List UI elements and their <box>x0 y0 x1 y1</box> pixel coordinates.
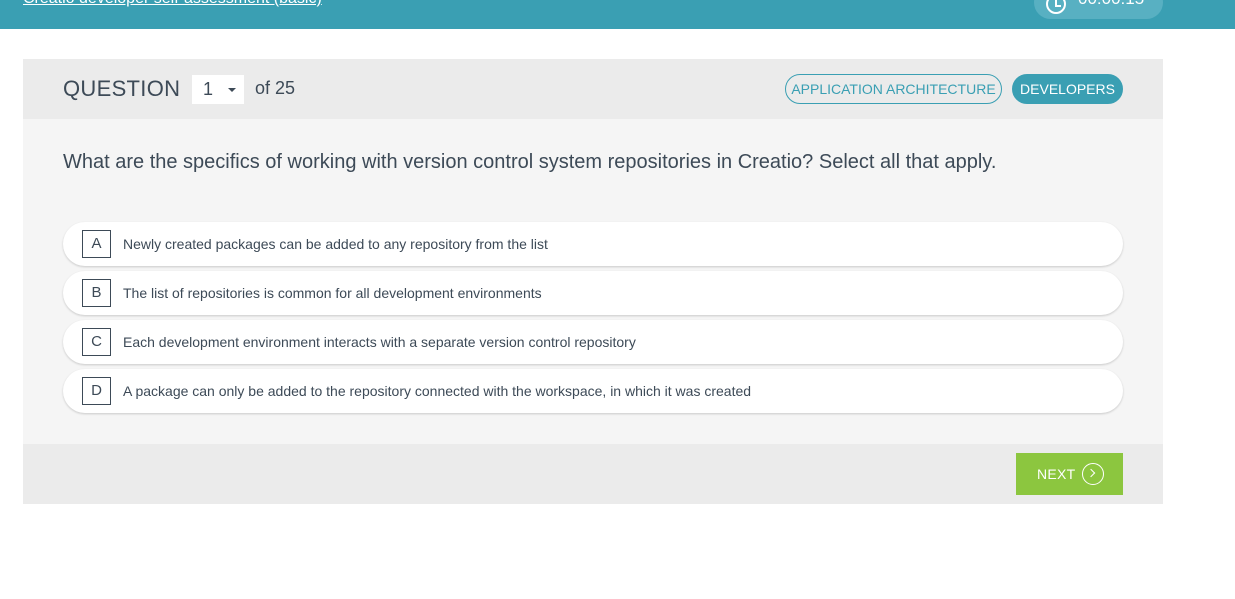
answer-option-a[interactable]: A Newly created packages can be added to… <box>63 222 1123 266</box>
top-header-bar: Creatio developer self-assessment (basic… <box>0 0 1235 29</box>
answer-letter-box: D <box>82 377 111 405</box>
answer-letter-box: A <box>82 230 111 258</box>
answer-text: Each development environment interacts w… <box>123 334 636 350</box>
caret-down-icon <box>228 88 236 92</box>
answer-text: The list of repositories is common for a… <box>123 285 542 301</box>
question-number-select[interactable]: 1 <box>192 75 244 104</box>
question-header: QUESTION 1 of 25 APPLICATION ARCHITECTUR… <box>23 59 1163 119</box>
answer-text: A package can only be added to the repos… <box>123 383 752 399</box>
timer-value: 00:00:15 <box>1078 0 1144 9</box>
course-title-link[interactable]: Creatio developer self-assessment (basic… <box>23 0 322 8</box>
tag-developers[interactable]: DEVELOPERS <box>1012 74 1123 104</box>
question-footer: NEXT <box>23 444 1163 504</box>
question-text: What are the specifics of working with v… <box>63 151 997 173</box>
answer-list: A Newly created packages can be added to… <box>63 222 1123 418</box>
answer-letter-box: C <box>82 328 111 356</box>
question-number-value: 1 <box>203 79 214 99</box>
answer-letter-box: B <box>82 279 111 307</box>
answer-text: Newly created packages can be added to a… <box>123 236 548 252</box>
chevron-right-circle-icon <box>1082 463 1104 485</box>
clock-icon <box>1046 0 1066 14</box>
question-label: QUESTION <box>63 76 181 101</box>
answer-option-b[interactable]: B The list of repositories is common for… <box>63 271 1123 315</box>
timer: 00:00:15 <box>1034 0 1163 19</box>
tag-application-architecture[interactable]: APPLICATION ARCHITECTURE <box>785 74 1002 104</box>
question-card: QUESTION 1 of 25 APPLICATION ARCHITECTUR… <box>23 59 1163 504</box>
answer-option-d[interactable]: D A package can only be added to the rep… <box>63 369 1123 413</box>
answer-option-c[interactable]: C Each development environment interacts… <box>63 320 1123 364</box>
question-total: of 25 <box>255 78 296 98</box>
next-button-label: NEXT <box>1037 466 1076 482</box>
next-button[interactable]: NEXT <box>1016 453 1123 495</box>
